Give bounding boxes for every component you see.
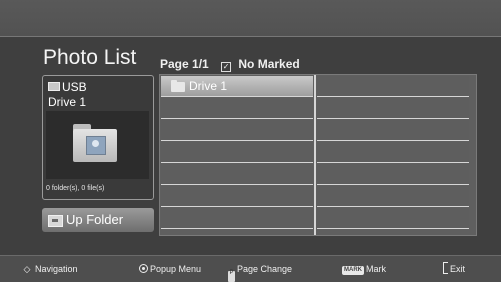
file-grid: Drive 1 bbox=[159, 74, 477, 236]
hint-popup-menu-label: Popup Menu bbox=[150, 264, 202, 274]
grid-cell-empty[interactable] bbox=[317, 142, 469, 163]
checkbox-icon: ✓ bbox=[221, 62, 232, 72]
grid-cell-empty[interactable] bbox=[317, 120, 469, 141]
hint-mark: MARK Mark bbox=[342, 256, 386, 282]
marked-status: No Marked bbox=[238, 57, 300, 71]
grid-cell-empty[interactable] bbox=[317, 164, 469, 185]
grid-cell-empty[interactable] bbox=[161, 98, 313, 119]
up-folder-button[interactable]: Up Folder bbox=[42, 208, 154, 232]
hint-navigation: ◇ Navigation bbox=[22, 256, 78, 282]
grid-cell-empty[interactable] bbox=[317, 208, 469, 229]
hint-page-change: P Page Change bbox=[228, 256, 292, 282]
hint-page-change-label: Page Change bbox=[237, 264, 293, 274]
ok-button-icon bbox=[139, 264, 148, 273]
grid-cell-empty[interactable] bbox=[161, 186, 313, 207]
device-type: USB bbox=[62, 80, 87, 94]
grid-cell-empty[interactable] bbox=[161, 208, 313, 229]
navigation-arrows-icon: ◇ bbox=[23, 264, 31, 274]
device-name: Drive 1 bbox=[48, 95, 87, 109]
usb-drive-icon bbox=[48, 82, 60, 91]
grid-cell-empty[interactable] bbox=[317, 76, 469, 97]
hint-mark-label: Mark bbox=[366, 264, 386, 274]
grid-item-label: Drive 1 bbox=[189, 79, 228, 93]
header-divider bbox=[0, 36, 501, 37]
hint-exit: Exit bbox=[443, 256, 465, 282]
hint-navigation-label: Navigation bbox=[35, 264, 78, 274]
device-panel[interactable]: USB Drive 1 0 folder(s), 0 file(s) bbox=[42, 75, 154, 200]
grid-cell-empty[interactable] bbox=[161, 120, 313, 141]
grid-cell-empty[interactable] bbox=[161, 142, 313, 163]
mark-button-icon: MARK bbox=[342, 266, 364, 275]
grid-cell-empty[interactable] bbox=[317, 186, 469, 207]
page-info: Page 1/1 ✓ No Marked bbox=[160, 57, 300, 72]
page-title: Photo List bbox=[43, 46, 137, 69]
photo-list-screen: Photo List Page 1/1 ✓ No Marked USB Driv… bbox=[0, 0, 501, 282]
grid-item-drive-1[interactable]: Drive 1 bbox=[161, 76, 313, 97]
hint-popup-menu: Popup Menu bbox=[139, 256, 201, 282]
grid-column-divider bbox=[314, 75, 316, 235]
photo-folder-icon bbox=[73, 124, 117, 162]
page-indicator: Page 1/1 bbox=[160, 57, 209, 71]
folder-icon bbox=[171, 80, 185, 92]
hint-exit-label: Exit bbox=[450, 264, 466, 274]
folder-file-count: 0 folder(s), 0 file(s) bbox=[46, 185, 105, 192]
bottom-help-bar: ◇ Navigation Popup Menu P Page Change MARK… bbox=[0, 255, 501, 282]
up-folder-icon bbox=[48, 215, 63, 227]
preview-thumbnail bbox=[46, 111, 149, 179]
grid-cell-empty[interactable] bbox=[161, 164, 313, 185]
page-up-down-icon: P bbox=[228, 270, 235, 282]
device-header: USB bbox=[48, 80, 87, 94]
exit-icon bbox=[443, 262, 448, 274]
up-folder-label: Up Folder bbox=[66, 212, 124, 227]
grid-cell-empty[interactable] bbox=[317, 98, 469, 119]
